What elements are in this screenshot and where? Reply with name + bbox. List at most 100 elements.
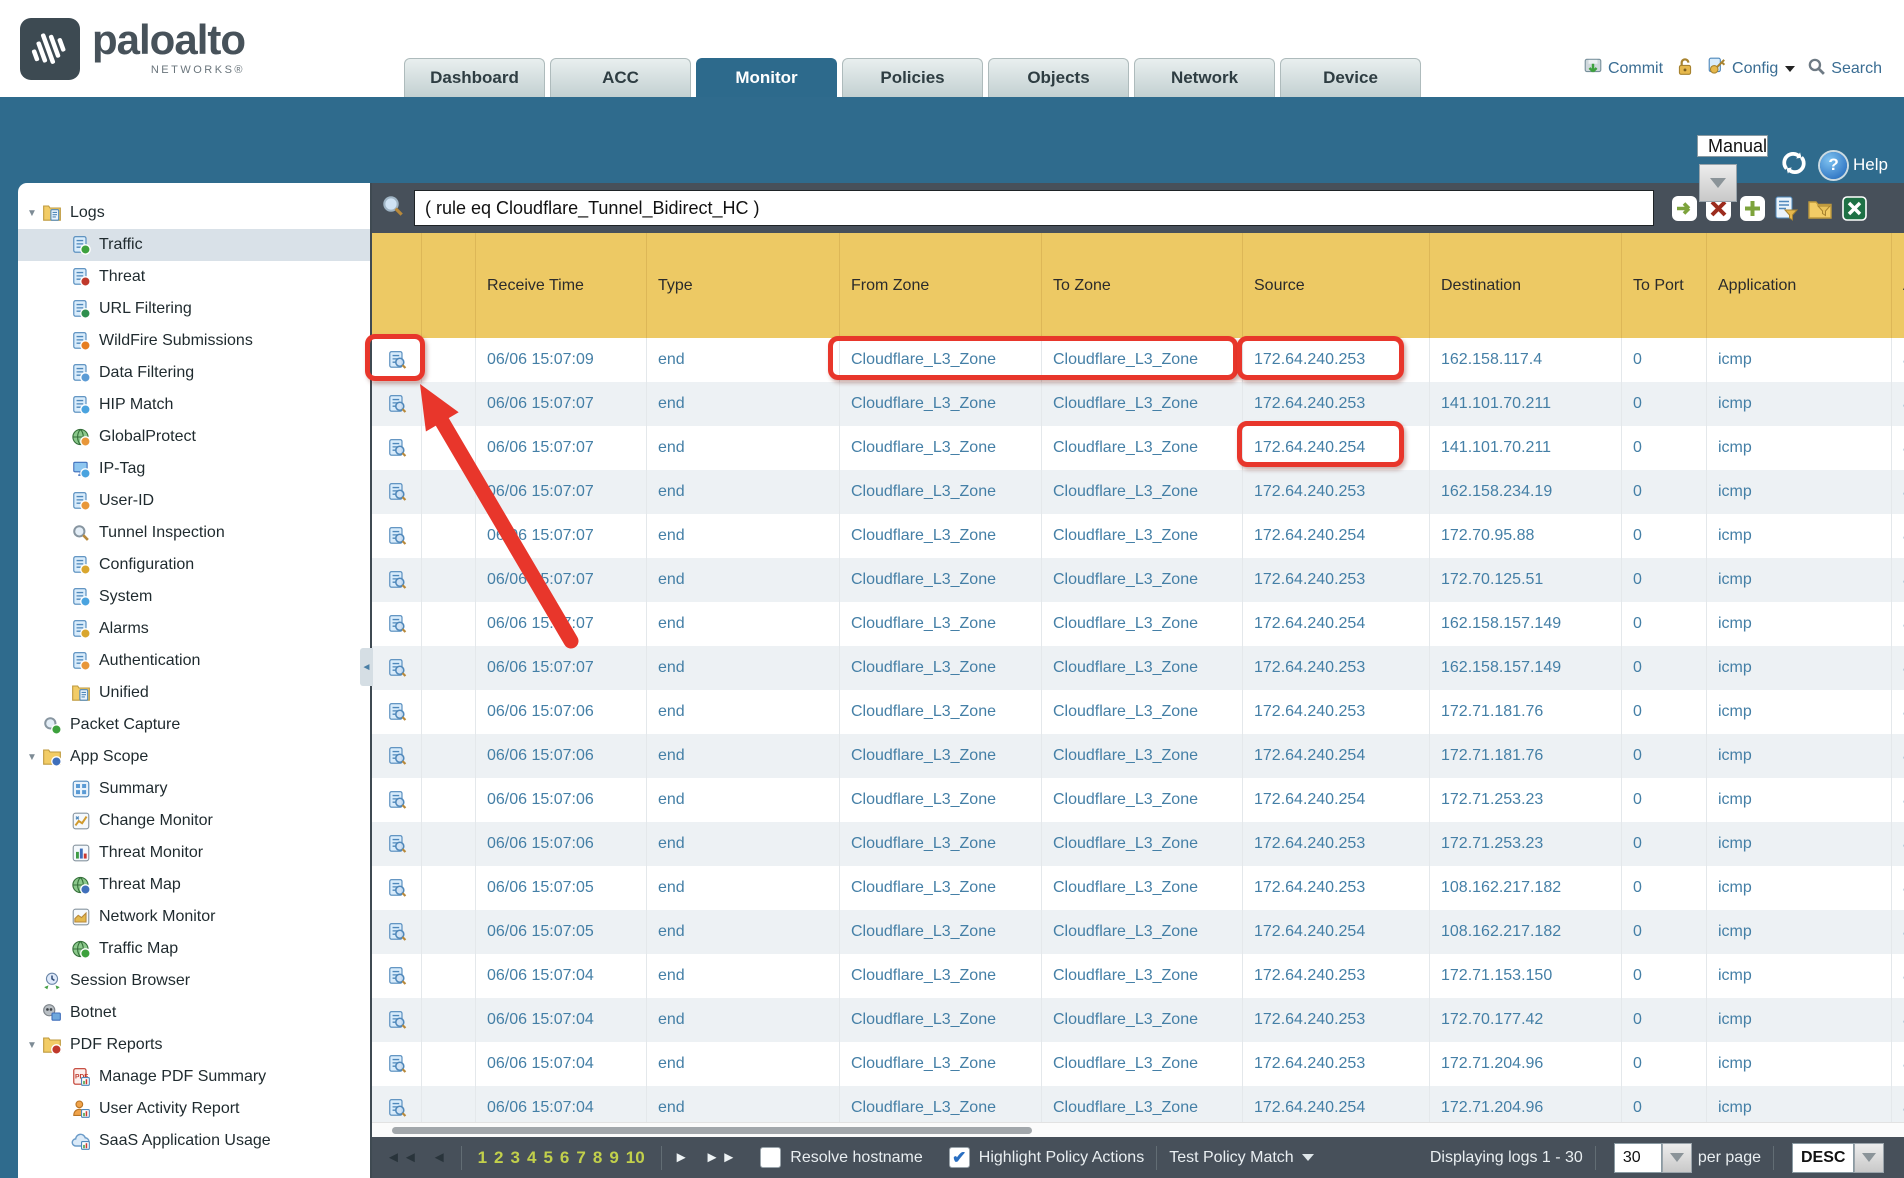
- log-detail-icon[interactable]: [372, 1042, 422, 1086]
- sidebar-item-network-monitor[interactable]: Network Monitor: [18, 901, 370, 933]
- page-number-3[interactable]: 3: [511, 1148, 520, 1168]
- table-row[interactable]: 06/06 15:07:07endCloudflare_L3_ZoneCloud…: [372, 646, 1904, 690]
- table-row[interactable]: 06/06 15:07:07endCloudflare_L3_ZoneCloud…: [372, 470, 1904, 514]
- column-header-destination[interactable]: Destination: [1430, 233, 1622, 338]
- log-detail-icon[interactable]: [372, 1086, 422, 1122]
- table-row[interactable]: 06/06 15:07:05endCloudflare_L3_ZoneCloud…: [372, 910, 1904, 954]
- test-policy-match-button[interactable]: Test Policy Match: [1169, 1149, 1313, 1167]
- sidebar-item-summary[interactable]: Summary: [18, 773, 370, 805]
- help-button[interactable]: ? Help: [1820, 152, 1888, 179]
- page-number-2[interactable]: 2: [494, 1148, 503, 1168]
- log-detail-icon[interactable]: [372, 822, 422, 866]
- column-header-source[interactable]: Source: [1243, 233, 1430, 338]
- sidebar-item-manage-pdf-summary[interactable]: PDFManage PDF Summary: [18, 1061, 370, 1093]
- tab-policies[interactable]: Policies: [842, 58, 983, 97]
- log-detail-icon[interactable]: [372, 470, 422, 514]
- sidebar-item-user-id[interactable]: User-ID: [18, 485, 370, 517]
- log-detail-icon[interactable]: [372, 734, 422, 778]
- sidebar-item-user-activity-report[interactable]: User Activity Report: [18, 1093, 370, 1125]
- sidebar-item-ip-tag[interactable]: IP-Tag: [18, 453, 370, 485]
- refresh-icon[interactable]: [1780, 149, 1808, 182]
- log-detail-icon[interactable]: [372, 338, 422, 382]
- column-header-application[interactable]: Application: [1707, 233, 1892, 338]
- table-row[interactable]: 06/06 15:07:04endCloudflare_L3_ZoneCloud…: [372, 1086, 1904, 1122]
- commit-button[interactable]: Commit: [1583, 56, 1663, 81]
- sidebar-item-botnet[interactable]: Botnet: [18, 997, 370, 1029]
- log-detail-icon[interactable]: [372, 866, 422, 910]
- sidebar-item-logs[interactable]: ▼Logs: [18, 197, 370, 229]
- sidebar-item-tunnel-inspection[interactable]: Tunnel Inspection: [18, 517, 370, 549]
- scrollbar-thumb[interactable]: [392, 1127, 1032, 1134]
- column-header-type[interactable]: Type: [647, 233, 840, 338]
- table-row[interactable]: 06/06 15:07:06endCloudflare_L3_ZoneCloud…: [372, 734, 1904, 778]
- log-detail-icon[interactable]: [372, 558, 422, 602]
- page-number-4[interactable]: 4: [527, 1148, 536, 1168]
- sidebar-item-configuration[interactable]: Configuration: [18, 549, 370, 581]
- sidebar-item-globalprotect[interactable]: GlobalProtect: [18, 421, 370, 453]
- sort-order-select[interactable]: DESC: [1792, 1143, 1884, 1173]
- sidebar-item-system[interactable]: System: [18, 581, 370, 613]
- tab-acc[interactable]: ACC: [550, 58, 691, 97]
- table-row[interactable]: 06/06 15:07:06endCloudflare_L3_ZoneCloud…: [372, 822, 1904, 866]
- refresh-mode-dropdown-button[interactable]: [1699, 164, 1737, 202]
- table-row[interactable]: 06/06 15:07:07endCloudflare_L3_ZoneCloud…: [372, 602, 1904, 646]
- table-row[interactable]: 06/06 15:07:07endCloudflare_L3_ZoneCloud…: [372, 426, 1904, 470]
- column-header-from-zone[interactable]: From Zone: [840, 233, 1042, 338]
- sort-order-dropdown-button[interactable]: [1854, 1143, 1884, 1173]
- search-button[interactable]: Search: [1807, 57, 1882, 81]
- log-detail-icon[interactable]: [372, 778, 422, 822]
- per-page-dropdown-button[interactable]: [1662, 1143, 1692, 1173]
- page-number-7[interactable]: 7: [576, 1148, 585, 1168]
- horizontal-scrollbar[interactable]: [372, 1122, 1904, 1137]
- sidebar-item-change-monitor[interactable]: Change Monitor: [18, 805, 370, 837]
- page-number-9[interactable]: 9: [609, 1148, 618, 1168]
- log-detail-icon[interactable]: [372, 690, 422, 734]
- log-detail-icon[interactable]: [372, 602, 422, 646]
- lock-icon[interactable]: [1675, 56, 1695, 81]
- tree-expander-icon[interactable]: ▼: [25, 208, 39, 219]
- table-row[interactable]: 06/06 15:07:09endCloudflare_L3_ZoneCloud…: [372, 338, 1904, 382]
- log-detail-icon[interactable]: [372, 514, 422, 558]
- tab-network[interactable]: Network: [1134, 58, 1275, 97]
- sidebar-item-packet-capture[interactable]: Packet Capture: [18, 709, 370, 741]
- column-header-to-port[interactable]: To Port: [1622, 233, 1707, 338]
- log-detail-icon[interactable]: [372, 382, 422, 426]
- sidebar-item-app-scope[interactable]: ▼App Scope: [18, 741, 370, 773]
- tab-device[interactable]: Device: [1280, 58, 1421, 97]
- tree-expander-icon[interactable]: ▼: [25, 752, 39, 763]
- page-number-6[interactable]: 6: [560, 1148, 569, 1168]
- prev-page-button[interactable]: ◄: [432, 1149, 449, 1166]
- page-number-10[interactable]: 10: [626, 1148, 645, 1168]
- page-number-1[interactable]: 1: [478, 1148, 487, 1168]
- table-row[interactable]: 06/06 15:07:06endCloudflare_L3_ZoneCloud…: [372, 778, 1904, 822]
- per-page-select[interactable]: 30: [1614, 1143, 1692, 1173]
- sidebar-item-alarms[interactable]: Alarms: [18, 613, 370, 645]
- sidebar-item-wildfire-submissions[interactable]: WildFire Submissions: [18, 325, 370, 357]
- page-number-5[interactable]: 5: [543, 1148, 552, 1168]
- config-menu[interactable]: Config: [1707, 56, 1795, 81]
- sidebar-item-session-browser[interactable]: Session Browser: [18, 965, 370, 997]
- sidebar-item-traffic[interactable]: Traffic: [18, 229, 370, 261]
- log-detail-icon[interactable]: [372, 910, 422, 954]
- log-detail-icon[interactable]: [372, 998, 422, 1042]
- column-header-flag[interactable]: [422, 233, 476, 338]
- tab-dashboard[interactable]: Dashboard: [404, 58, 545, 97]
- table-row[interactable]: 06/06 15:07:04endCloudflare_L3_ZoneCloud…: [372, 998, 1904, 1042]
- sidebar-item-pdf-reports[interactable]: ▼PDF Reports: [18, 1029, 370, 1061]
- page-number-8[interactable]: 8: [593, 1148, 602, 1168]
- table-row[interactable]: 06/06 15:07:06endCloudflare_L3_ZoneCloud…: [372, 690, 1904, 734]
- sidebar-item-hip-match[interactable]: HIP Match: [18, 389, 370, 421]
- sidebar-item-threat-monitor[interactable]: Threat Monitor: [18, 837, 370, 869]
- log-filter-input[interactable]: [414, 190, 1654, 226]
- table-row[interactable]: 06/06 15:07:07endCloudflare_L3_ZoneCloud…: [372, 382, 1904, 426]
- table-row[interactable]: 06/06 15:07:07endCloudflare_L3_ZoneCloud…: [372, 558, 1904, 602]
- log-detail-icon[interactable]: [372, 954, 422, 998]
- sidebar-item-threat-map[interactable]: Threat Map: [18, 869, 370, 901]
- last-page-button[interactable]: ►►: [705, 1149, 739, 1166]
- sidebar-item-url-filtering[interactable]: URL Filtering: [18, 293, 370, 325]
- sidebar-item-unified[interactable]: Unified: [18, 677, 370, 709]
- sidebar-collapse-handle[interactable]: ◄: [360, 648, 373, 686]
- tab-objects[interactable]: Objects: [988, 58, 1129, 97]
- tab-monitor[interactable]: Monitor: [696, 58, 837, 97]
- highlight-policy-checkbox[interactable]: ✔: [949, 1147, 970, 1168]
